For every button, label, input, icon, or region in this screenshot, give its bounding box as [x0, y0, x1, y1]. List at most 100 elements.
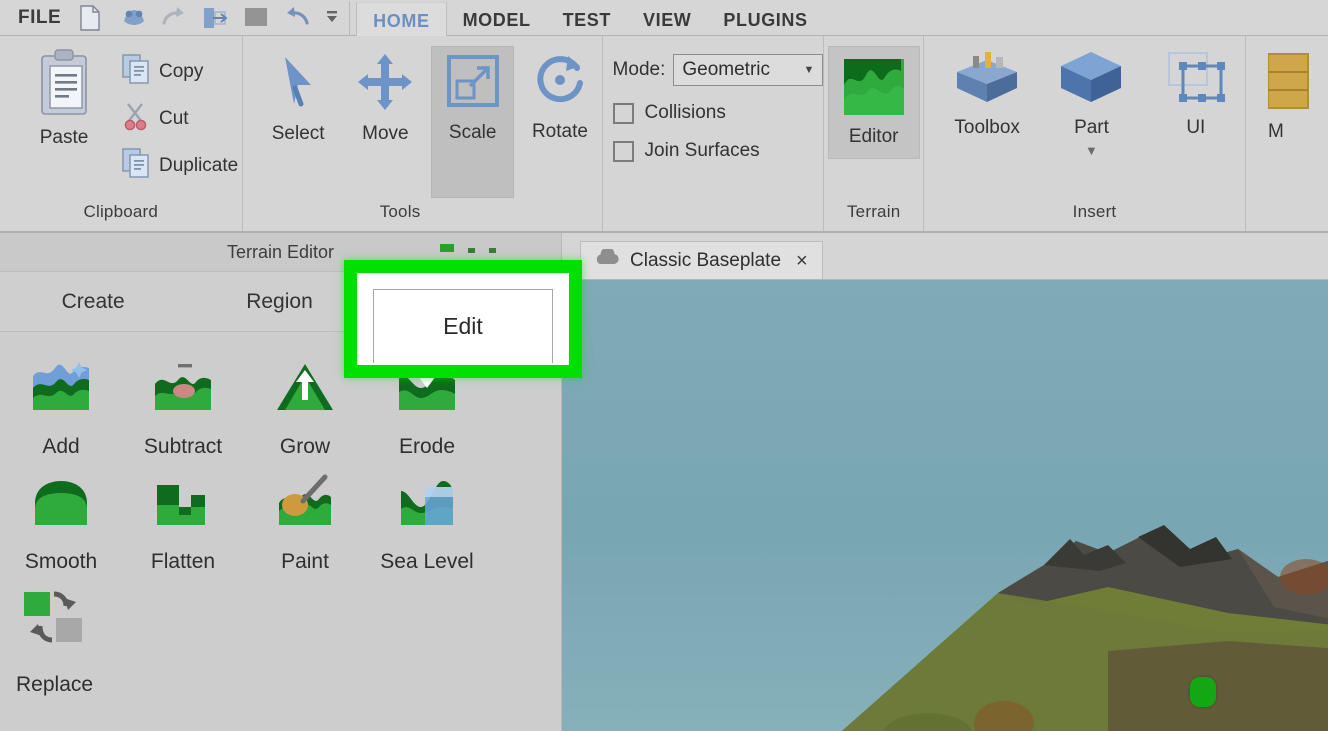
- paste-button[interactable]: Paste: [16, 48, 112, 149]
- duplicate-label: Duplicate: [159, 154, 239, 176]
- terrain-smooth-icon: [29, 473, 93, 534]
- terrain-tab-create[interactable]: Create: [0, 272, 187, 332]
- move-tool-button[interactable]: Move: [344, 46, 427, 155]
- scale-tool-button[interactable]: Scale: [431, 46, 515, 198]
- duplicate-button[interactable]: Duplicate: [122, 148, 238, 183]
- terrain-sea-level-button[interactable]: Sea Level: [366, 465, 488, 580]
- terrain-tool-row: Replace: [0, 580, 561, 697]
- scale-tool-label: Scale: [448, 122, 497, 143]
- clipboard-group-label: Clipboard: [83, 202, 159, 221]
- cursor-arrow-icon: [271, 52, 325, 117]
- publish-icon[interactable]: [202, 5, 230, 31]
- terrain-smooth-button[interactable]: Smooth: [0, 465, 122, 580]
- join-surfaces-checkbox-row[interactable]: Join Surfaces: [612, 140, 760, 162]
- terrain-editor-title: Terrain Editor: [226, 241, 335, 262]
- terrain-flatten-button[interactable]: Flatten: [122, 465, 244, 580]
- terrain-flatten-icon: [151, 473, 215, 534]
- terrain-smooth-label: Smooth: [24, 550, 98, 573]
- edit-tab-highlight-inner[interactable]: Edit: [373, 289, 553, 363]
- cutoff-label: M: [1268, 121, 1284, 142]
- pin-icon[interactable]: [439, 242, 457, 261]
- select-tool-button[interactable]: Select: [257, 46, 340, 155]
- viewport: Classic Baseplate ×: [562, 233, 1328, 731]
- stop-icon[interactable]: [243, 5, 271, 31]
- ribbon-group-terrain: Editor Terrain: [823, 36, 923, 231]
- edit-tab-highlight-label: Edit: [443, 313, 483, 339]
- cutoff-button[interactable]: M: [1267, 50, 1328, 143]
- viewport-tab-bar: Classic Baseplate ×: [562, 233, 1328, 280]
- join-surfaces-checkbox[interactable]: [612, 140, 634, 162]
- material-icon: [1267, 53, 1328, 116]
- new-file-icon[interactable]: [79, 4, 107, 31]
- terrain-flatten-label: Flatten: [150, 550, 216, 573]
- select-tool-label: Select: [271, 123, 325, 144]
- overflow-chevron-icon[interactable]: [325, 5, 339, 31]
- terrain-editor-button[interactable]: Editor: [827, 46, 920, 159]
- viewport-3d-canvas[interactable]: [562, 280, 1328, 731]
- move-tool-label: Move: [362, 123, 409, 144]
- rotate-tool-label: Rotate: [531, 121, 588, 142]
- terrain-paint-label: Paint: [281, 550, 329, 573]
- toolbox-icon: [949, 48, 1025, 113]
- terrain-editor-label: Editor: [848, 126, 899, 147]
- ribbon: Paste Copy Cut Duplicate Clipboard Selec…: [0, 36, 1328, 233]
- terrain-add-button[interactable]: Add: [0, 350, 122, 465]
- terrain-tool-grid: Add Subtract Grow Erode Smooth Flatten P…: [0, 332, 561, 697]
- redo-icon[interactable]: [161, 5, 189, 31]
- paste-icon: [37, 48, 91, 123]
- collisions-checkbox[interactable]: [612, 102, 634, 124]
- terrain-paint-icon: [273, 473, 337, 534]
- terrain-replace-button[interactable]: Replace: [0, 580, 94, 697]
- terrain-editor-icon: [841, 55, 907, 122]
- terrain-add-label: Add: [42, 435, 80, 458]
- close-icon[interactable]: [487, 243, 499, 261]
- part-button[interactable]: Part ▼: [1042, 48, 1140, 157]
- tab-view[interactable]: VIEW: [627, 2, 707, 36]
- cut-scissors-icon: [122, 101, 150, 136]
- terrain-tool-row: Smooth Flatten Paint Sea Level: [0, 465, 561, 580]
- terrain-add-icon: [29, 358, 93, 419]
- viewport-tab-close-icon[interactable]: ×: [796, 251, 808, 271]
- mode-row: Mode: Geometric ▼: [613, 54, 824, 86]
- viewport-tab-classic-baseplate[interactable]: Classic Baseplate ×: [580, 241, 823, 279]
- terrain-paint-button[interactable]: Paint: [244, 465, 366, 580]
- paste-label: Paste: [39, 127, 89, 148]
- tab-test[interactable]: TEST: [547, 2, 627, 36]
- ribbon-group-tools: Select Move Scale Rotate Tools: [241, 36, 602, 231]
- tab-plugins[interactable]: PLUGINS: [707, 2, 823, 36]
- open-file-icon[interactable]: [120, 5, 148, 31]
- terrain-erode-label: Erode: [398, 435, 456, 458]
- scale-icon: [445, 53, 501, 116]
- quick-access-toolbar: [75, 0, 351, 35]
- menu-bar: FILE HOME MODEL TEST VIEW PLUGINS: [0, 0, 1328, 36]
- chevron-down-icon: ▼: [803, 64, 815, 76]
- file-menu-button[interactable]: FILE: [0, 1, 75, 35]
- toolbox-label: Toolbox: [954, 117, 1020, 138]
- mode-select[interactable]: Geometric ▼: [673, 54, 824, 86]
- terrain-subtract-label: Subtract: [143, 435, 223, 458]
- maximize-icon[interactable]: [466, 243, 478, 261]
- panel-window-controls: [439, 242, 499, 261]
- ribbon-group-mode: Mode: Geometric ▼ Collisions Join Surfac…: [601, 36, 824, 231]
- tab-home[interactable]: HOME: [356, 1, 447, 36]
- edit-tab-highlight-annotation: Edit: [344, 260, 582, 378]
- terrain-subtract-button[interactable]: Subtract: [122, 350, 244, 465]
- rotate-tool-button[interactable]: Rotate: [518, 46, 601, 153]
- toolbox-button[interactable]: Toolbox: [938, 48, 1036, 139]
- part-chevron-down-icon[interactable]: ▼: [1085, 144, 1098, 157]
- ui-button[interactable]: UI: [1147, 48, 1245, 139]
- copy-button[interactable]: Copy: [122, 54, 238, 89]
- cut-button[interactable]: Cut: [122, 101, 238, 136]
- rotate-icon: [532, 52, 588, 115]
- terrain-grow-label: Grow: [279, 435, 331, 458]
- ribbon-group-insert: Toolbox Part ▼ UI Insert: [923, 36, 1245, 231]
- tab-model[interactable]: MODEL: [447, 2, 547, 36]
- ui-label: UI: [1186, 117, 1206, 138]
- undo-icon[interactable]: [284, 5, 312, 31]
- terrain-grow-icon: [273, 358, 337, 419]
- copy-label: Copy: [159, 60, 204, 82]
- terrain-group-label: Terrain: [846, 202, 901, 221]
- ui-icon: [1161, 48, 1231, 113]
- mode-label: Mode:: [612, 59, 666, 80]
- collisions-checkbox-row[interactable]: Collisions: [612, 102, 726, 124]
